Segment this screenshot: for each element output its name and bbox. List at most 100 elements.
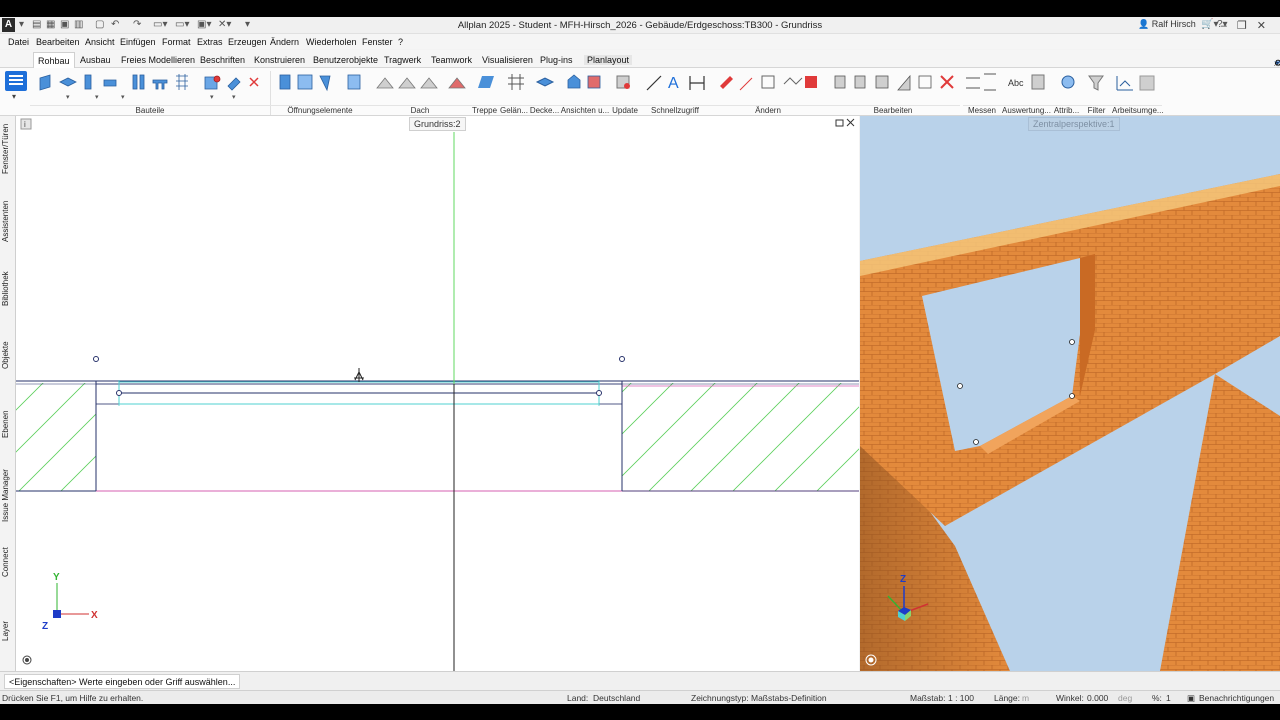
perspective-render[interactable]: Z <box>860 116 1280 671</box>
svg-text:i: i <box>24 120 26 129</box>
ribbon-tabs: Rohbau Ausbau Freies Modellieren Beschri… <box>0 50 1280 69</box>
side-tab-objekte[interactable]: Objekte <box>1 341 15 369</box>
restore-icon[interactable]: ❐ <box>1237 20 1257 32</box>
svg-text:▾: ▾ <box>210 94 214 101</box>
menu-erzeugen[interactable]: Erzeugen <box>228 37 267 47</box>
perspective-viewport-title[interactable]: Zentralperspektive:1 <box>1028 117 1120 131</box>
svg-text:▾: ▾ <box>121 94 125 101</box>
side-tab-bibliothek[interactable]: Bibliothek <box>1 271 15 306</box>
menu-datei[interactable]: Datei <box>8 37 29 47</box>
group-aendern: Ändern <box>710 105 826 115</box>
plan-drawing[interactable]: Y X Z i <box>16 116 859 671</box>
command-prompt[interactable]: <Eigenschaften> Werte eingeben oder Grif… <box>4 674 241 689</box>
tab-ausbau[interactable]: Ausbau <box>80 55 111 65</box>
aendern-icons[interactable] <box>720 75 817 91</box>
status-scale[interactable]: 1 : 100 <box>948 693 974 703</box>
status-drawing-type[interactable]: Maßstabs-Definition <box>751 693 827 703</box>
side-tab-ebenen[interactable]: Ebenen <box>1 410 15 438</box>
tab-planlayout[interactable]: Planlayout <box>584 55 633 65</box>
group-treppe: Treppe <box>470 105 499 115</box>
treppe-icon[interactable] <box>478 76 494 88</box>
plan-navigation-icon[interactable] <box>22 655 32 665</box>
schnellzugriff-icons[interactable]: A <box>646 75 705 92</box>
status-length-label: Länge: <box>994 693 1020 703</box>
minimize-icon[interactable]: – <box>1221 20 1237 32</box>
ansichten-icons[interactable] <box>567 74 601 89</box>
update-icon[interactable] <box>616 75 630 89</box>
oeffnungselemente-icons[interactable] <box>279 74 361 92</box>
status-percent[interactable]: 1 <box>1166 693 1171 703</box>
status-length-unit[interactable]: m <box>1022 693 1029 703</box>
side-tab-fenster-tueren[interactable]: Fenster/Türen <box>1 122 15 176</box>
group-arbeitsumgebung: Arbeitsumge... <box>1112 105 1164 115</box>
group-filter: Filter <box>1081 105 1112 115</box>
window-title: Allplan 2025 - Student - MFH-Hirsch_2026… <box>457 20 823 31</box>
filter-icon[interactable] <box>1088 75 1104 91</box>
decke-icon[interactable] <box>535 77 555 87</box>
axis-label-x: X <box>91 610 98 621</box>
group-update: Update <box>610 105 640 115</box>
wall-left[interactable] <box>16 383 96 491</box>
app-menu-icon[interactable]: ▾ <box>5 71 27 101</box>
tab-teamwork[interactable]: Teamwork <box>431 55 472 65</box>
group-ansichten: Ansichten u... <box>560 105 610 115</box>
menu-aendern[interactable]: Ändern <box>270 37 299 47</box>
group-decke: Decke... <box>529 105 560 115</box>
menu-fenster[interactable]: Fenster <box>362 37 393 47</box>
user-name[interactable]: 👤 Ralf Hirsch <box>1138 19 1196 30</box>
screen-top-border <box>0 0 1280 17</box>
messen-icons[interactable] <box>966 73 996 91</box>
status-country[interactable]: Deutschland <box>593 693 640 703</box>
tab-konstruieren[interactable]: Konstruieren <box>254 55 305 65</box>
plan-viewport-title[interactable]: Grundriss:2 <box>409 117 466 131</box>
status-scale-label: Maßstab: <box>910 693 946 703</box>
window-opening[interactable] <box>95 380 623 406</box>
group-dach: Dach <box>370 105 470 115</box>
menu-ansicht[interactable]: Ansicht <box>85 37 115 47</box>
side-tab-assistenten[interactable]: Assistenten <box>1 198 15 244</box>
menu-wiederholen[interactable]: Wiederholen <box>306 37 357 47</box>
plan-window-controls[interactable] <box>835 118 855 127</box>
attribute-icon[interactable] <box>1061 75 1075 89</box>
menu-bearbeiten[interactable]: Bearbeiten <box>36 37 80 47</box>
side-tab-layer[interactable]: Layer <box>1 620 15 642</box>
status-percent-label: %: <box>1152 693 1162 703</box>
status-notifications[interactable]: Benachrichtigungen <box>1199 693 1274 703</box>
arbeitsumgebung-icons[interactable] <box>1116 75 1155 91</box>
tab-tragwerk[interactable]: Tragwerk <box>384 55 421 65</box>
tab-benutzerobjekte[interactable]: Benutzerobjekte <box>313 55 378 65</box>
menu-einfuegen[interactable]: Einfügen <box>120 37 156 47</box>
menu-help[interactable]: ? <box>398 37 403 47</box>
menu-format[interactable]: Format <box>162 37 191 47</box>
cart-icon[interactable]: 🛒▾ <box>1201 19 1218 32</box>
perspective-viewport[interactable]: Z Zentralperspektive:1 <box>860 116 1280 671</box>
left-side-tabs: Fenster/Türen Assistenten Bibliothek Obj… <box>0 116 16 671</box>
window-controls: –❐✕ <box>1221 19 1276 32</box>
dach-icons[interactable] <box>376 77 466 89</box>
svg-text:▾: ▾ <box>66 94 70 101</box>
auswertung-icons[interactable]: Abc <box>1008 74 1045 90</box>
bearbeiten-icons[interactable] <box>834 74 954 91</box>
group-bauteile: Bauteile <box>30 105 270 115</box>
side-tab-issue-manager[interactable]: Issue Manager <box>1 468 15 524</box>
tab-plugins[interactable]: Plug-ins <box>540 55 573 65</box>
status-bar: Drücken Sie F1, um Hilfe zu erhalten. La… <box>0 690 1280 704</box>
tab-visualisieren[interactable]: Visualisieren <box>482 55 533 65</box>
menu-extras[interactable]: Extras <box>197 37 223 47</box>
right-wall <box>1160 374 1280 671</box>
status-help-text: Drücken Sie F1, um Hilfe zu erhalten. <box>2 693 144 703</box>
status-angle[interactable]: 0.000 <box>1087 693 1108 703</box>
wall-right[interactable] <box>622 383 859 491</box>
close-icon[interactable]: ✕ <box>1257 20 1276 32</box>
tab-beschriften[interactable]: Beschriften <box>200 55 245 65</box>
notifications-icon[interactable]: ▣ <box>1187 693 1195 704</box>
axis-label-z: Z <box>42 621 48 632</box>
side-tab-connect[interactable]: Connect <box>1 546 15 578</box>
plan-viewport[interactable]: Y X Z i Grundriss:2 <box>16 116 859 671</box>
bauteile-icons[interactable] <box>39 74 259 91</box>
tab-rohbau[interactable]: Rohbau <box>33 52 75 69</box>
gelaender-icon[interactable] <box>508 74 524 90</box>
svg-text:▾: ▾ <box>12 92 16 101</box>
tab-freies-modellieren[interactable]: Freies Modellieren <box>121 55 195 65</box>
plan-info-icon[interactable]: i <box>20 118 32 130</box>
